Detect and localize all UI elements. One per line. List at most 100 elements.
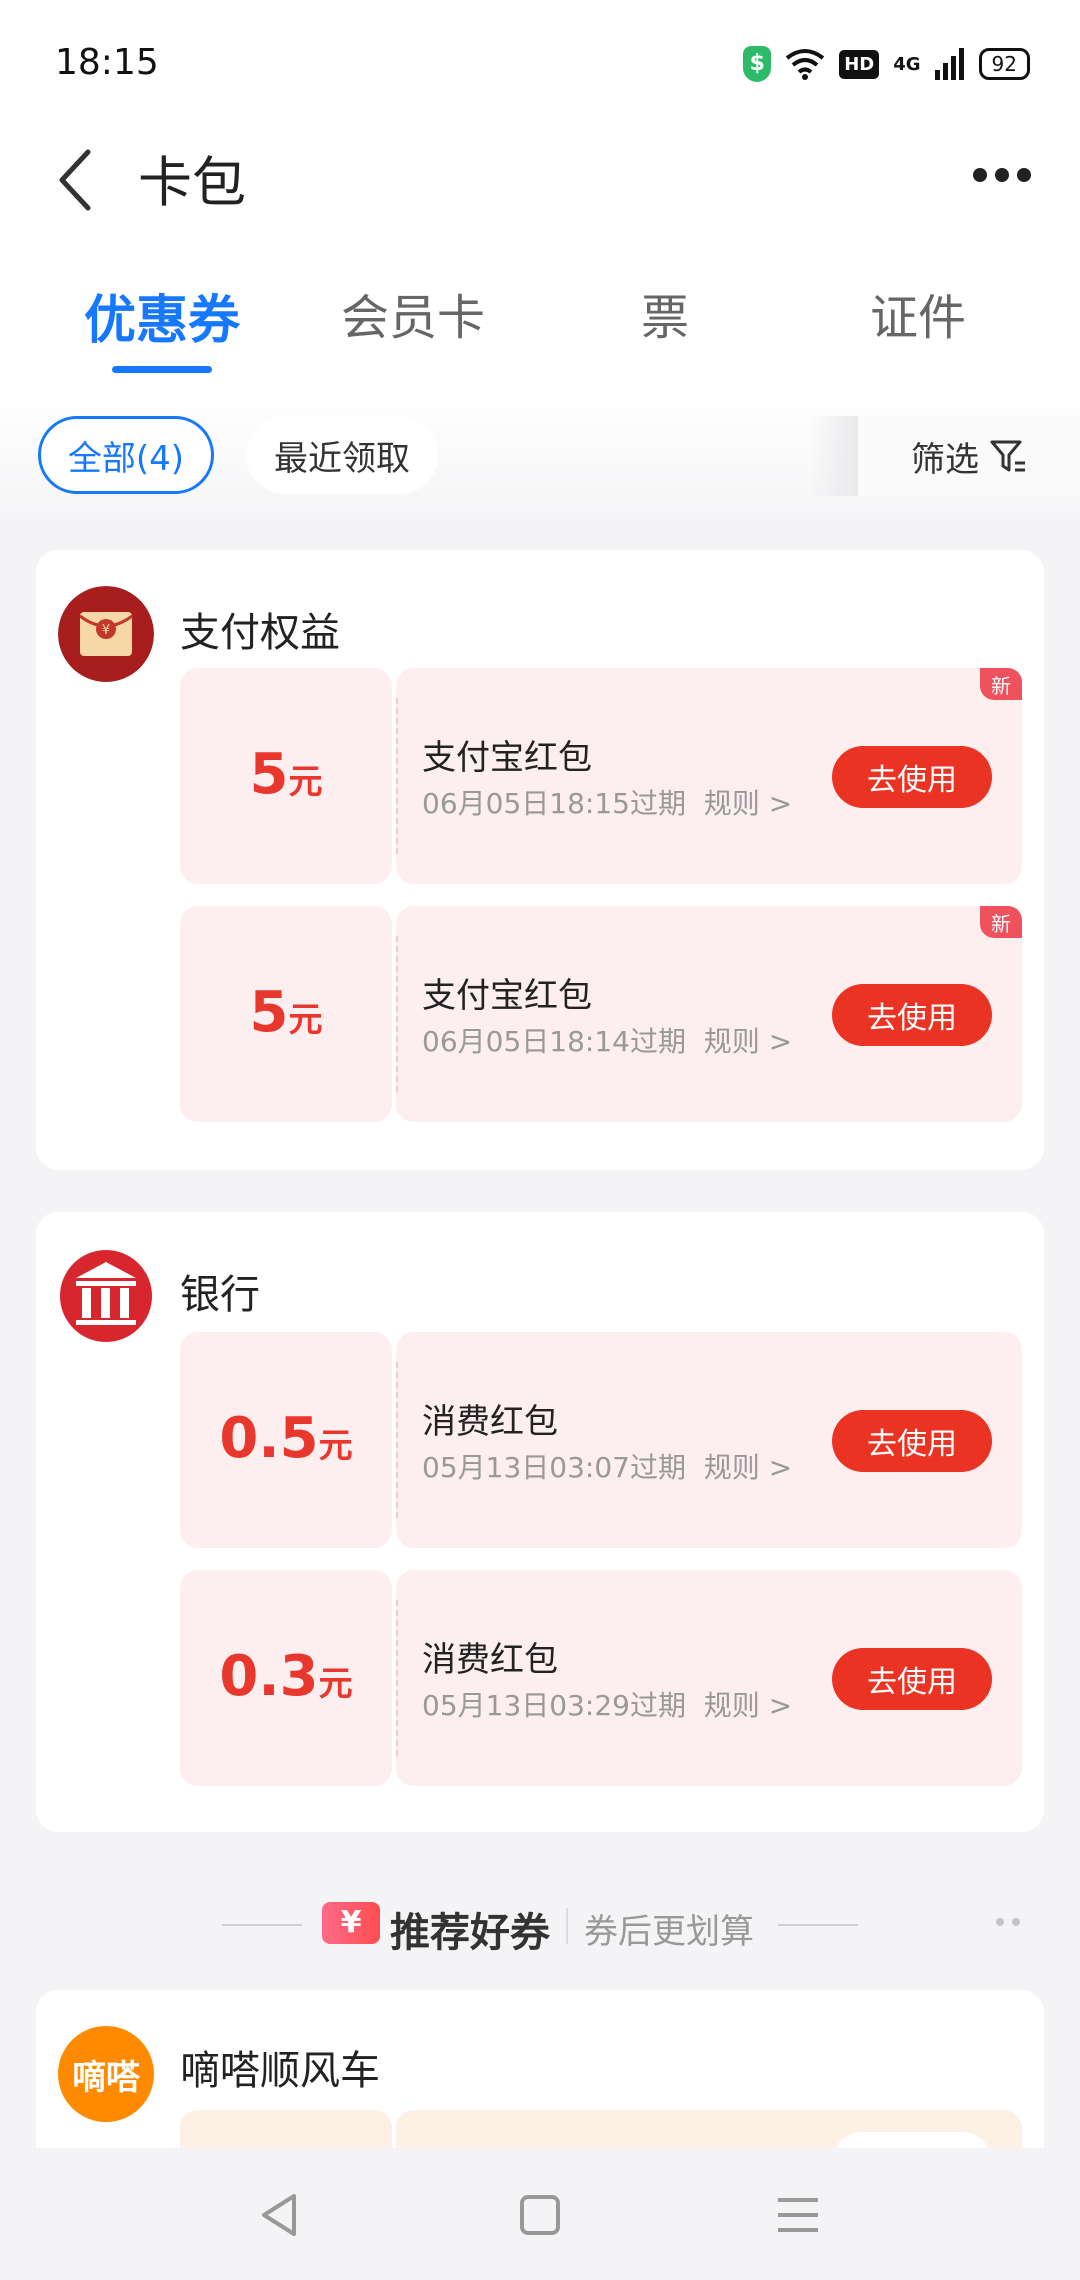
bank-logo-icon bbox=[58, 1248, 154, 1344]
use-coupon-button[interactable]: 去使用 bbox=[832, 1410, 992, 1472]
filter-label: 筛选 bbox=[911, 439, 979, 480]
coupon-amount-panel: 5 元 bbox=[180, 906, 392, 1122]
coupon-amount: 0.3 bbox=[219, 1644, 319, 1709]
dashed-divider bbox=[396, 1362, 398, 1518]
group-title: 银行 bbox=[180, 1272, 260, 1318]
divider-line bbox=[222, 1924, 302, 1926]
dida-logo-icon: 嘀嗒 bbox=[58, 2026, 154, 2122]
network-type-label: 4G bbox=[893, 53, 921, 75]
back-arrow-icon[interactable] bbox=[48, 140, 118, 220]
coupon-amount: 5 bbox=[249, 980, 289, 1045]
coupon-group-card: 嘀嗒 嘀嗒顺风车 bbox=[36, 1990, 1044, 2148]
filter-fade bbox=[808, 416, 858, 496]
signal-icon bbox=[934, 48, 964, 80]
coupon-item[interactable]: 0.3 元 消费红包 05月13日03:29过期 规则 > 去使用 bbox=[180, 1570, 1022, 1786]
tab-member-cards[interactable]: 会员卡 bbox=[341, 278, 485, 348]
coupon-amount-panel: 5 元 bbox=[180, 668, 392, 884]
coupon-group-card: ¥ 支付权益 5 元 支付宝红包 06月05日18:15过期 规则 > 去使用 … bbox=[36, 550, 1044, 1170]
app-header: 卡包 bbox=[0, 130, 1080, 250]
recommend-section-header: ¥ 推荐好券 券后更划算 bbox=[0, 1890, 1080, 1960]
filter-chip-all[interactable]: 全部(4) bbox=[38, 416, 214, 494]
tab-coupons[interactable]: 优惠券 bbox=[84, 278, 240, 353]
coupon-detail-panel: 支付宝红包 06月05日18:15过期 规则 > 去使用 新 bbox=[396, 668, 1022, 884]
coupon-rules-link[interactable]: 规则 > bbox=[695, 787, 792, 820]
nav-back-icon[interactable] bbox=[250, 2190, 310, 2240]
coupon-detail-panel: 消费红包 05月13日03:29过期 规则 > 去使用 bbox=[396, 1570, 1022, 1786]
red-envelope-logo-icon: ¥ bbox=[58, 586, 154, 682]
coupon-name: 支付宝红包 bbox=[422, 976, 592, 1016]
coupon-rules-link[interactable]: 规则 > bbox=[695, 1025, 792, 1058]
svg-text:¥: ¥ bbox=[102, 623, 110, 638]
new-badge: 新 bbox=[980, 906, 1022, 938]
coupon-expiry: 06月05日18:14过期 规则 > bbox=[422, 1020, 792, 1060]
coupon-group-card: 银行 0.5 元 消费红包 05月13日03:07过期 规则 > 去使用 0.3… bbox=[36, 1212, 1044, 1832]
wifi-icon bbox=[785, 49, 825, 80]
more-dots-icon[interactable] bbox=[996, 1918, 1020, 1926]
coupon-rules-link[interactable]: 规则 > bbox=[695, 1451, 792, 1484]
coupon-item[interactable]: 5 元 支付宝红包 06月05日18:14过期 规则 > 去使用 新 bbox=[180, 906, 1022, 1122]
coupon-amount: 0.5 bbox=[219, 1406, 319, 1471]
filter-bar: 全部(4) 最近领取 筛选 bbox=[0, 390, 1080, 520]
filter-funnel-icon bbox=[990, 440, 1025, 472]
tab-tickets[interactable]: 票 bbox=[641, 278, 689, 348]
coupon-detail-panel: 消费红包 05月13日03:07过期 规则 > 去使用 bbox=[396, 1332, 1022, 1548]
use-coupon-button[interactable] bbox=[832, 2132, 992, 2148]
active-tab-indicator bbox=[112, 366, 212, 373]
status-time: 18:15 bbox=[55, 42, 159, 83]
coupon-unit: 元 bbox=[318, 1664, 353, 1704]
coupon-ticket-icon: ¥ bbox=[322, 1902, 380, 1944]
coupon-name: 支付宝红包 bbox=[422, 738, 592, 778]
status-bar: 18:15 $ HD 4G 92 bbox=[0, 0, 1080, 130]
coupon-unit: 元 bbox=[288, 762, 323, 802]
filter-button[interactable]: 筛选 bbox=[858, 416, 1080, 496]
chevron-right-icon: > bbox=[768, 1025, 793, 1058]
coupon-amount-panel: 0.5 元 bbox=[180, 1332, 392, 1548]
dashed-divider bbox=[396, 1600, 398, 1756]
coupon-unit: 元 bbox=[318, 1426, 353, 1466]
coupon-detail-panel: 支付宝红包 06月05日18:14过期 规则 > 去使用 新 bbox=[396, 906, 1022, 1122]
nav-menu-icon[interactable] bbox=[768, 2190, 828, 2240]
coupon-name: 消费红包 bbox=[422, 1402, 558, 1442]
use-coupon-button[interactable]: 去使用 bbox=[832, 984, 992, 1046]
coupon-detail-panel[interactable] bbox=[396, 2110, 1022, 2148]
coupon-item[interactable]: 5 元 支付宝红包 06月05日18:15过期 规则 > 去使用 新 bbox=[180, 668, 1022, 884]
hd-icon: HD bbox=[839, 49, 880, 79]
coupon-rules-link[interactable]: 规则 > bbox=[695, 1689, 792, 1722]
dashed-divider bbox=[396, 936, 398, 1092]
coupon-expiry: 05月13日03:07过期 规则 > bbox=[422, 1446, 792, 1486]
coupon-item[interactable]: 0.5 元 消费红包 05月13日03:07过期 规则 > 去使用 bbox=[180, 1332, 1022, 1548]
group-title: 支付权益 bbox=[180, 610, 340, 656]
recommend-subtitle: 券后更划算 bbox=[584, 1912, 754, 1952]
coupon-name: 消费红包 bbox=[422, 1640, 558, 1680]
group-title: 嘀嗒顺风车 bbox=[180, 2048, 380, 2094]
system-nav-bar bbox=[0, 2148, 1080, 2280]
divider-line bbox=[778, 1924, 858, 1926]
tab-documents[interactable]: 证件 bbox=[870, 278, 966, 348]
filter-chip-recent[interactable]: 最近领取 bbox=[246, 416, 438, 494]
coupon-amount: 5 bbox=[249, 742, 289, 807]
coupon-expiry-text: 06月05日18:15过期 bbox=[422, 787, 686, 820]
coupon-amount-panel bbox=[180, 2110, 392, 2148]
nav-home-icon[interactable] bbox=[510, 2190, 570, 2240]
chevron-right-icon: > bbox=[768, 787, 793, 820]
coupon-expiry-text: 05月13日03:07过期 bbox=[422, 1451, 686, 1484]
use-coupon-button[interactable]: 去使用 bbox=[832, 1648, 992, 1710]
more-options-icon[interactable] bbox=[962, 150, 1042, 200]
security-shield-icon: $ bbox=[743, 46, 772, 82]
battery-icon: 92 bbox=[978, 48, 1030, 80]
status-icons: $ HD 4G 92 bbox=[743, 44, 1030, 84]
coupon-expiry-text: 06月05日18:14过期 bbox=[422, 1025, 686, 1058]
coupon-expiry-text: 05月13日03:29过期 bbox=[422, 1689, 686, 1722]
use-coupon-button[interactable]: 去使用 bbox=[832, 746, 992, 808]
coupon-expiry: 06月05日18:15过期 规则 > bbox=[422, 782, 792, 822]
coupon-expiry: 05月13日03:29过期 规则 > bbox=[422, 1684, 792, 1724]
dashed-divider bbox=[396, 698, 398, 854]
recommend-title: 推荐好券 bbox=[390, 1910, 550, 1956]
coupon-amount-panel: 0.3 元 bbox=[180, 1570, 392, 1786]
coupon-unit: 元 bbox=[288, 1000, 323, 1040]
chevron-right-icon: > bbox=[768, 1689, 793, 1722]
page-title: 卡包 bbox=[138, 151, 246, 214]
chevron-right-icon: > bbox=[768, 1451, 793, 1484]
new-badge: 新 bbox=[980, 668, 1022, 700]
tab-bar: 优惠券 会员卡 票 证件 bbox=[0, 250, 1080, 390]
